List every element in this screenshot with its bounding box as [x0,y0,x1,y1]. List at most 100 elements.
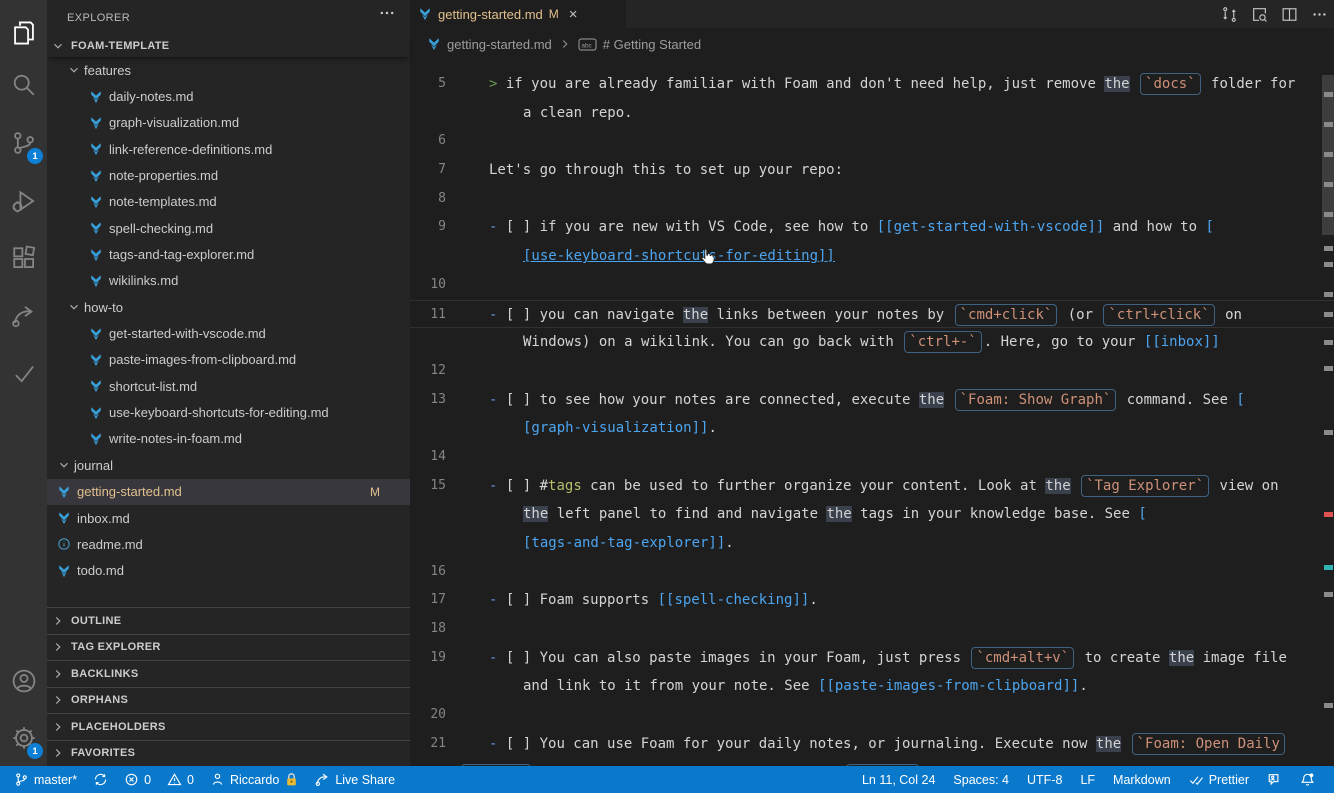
tree-folder-how-to[interactable]: how-to [47,294,410,320]
line-content: [tags-and-tag-explorer]]. [458,529,1334,558]
sidebar-title: EXPLORER [67,12,130,24]
status-problems-errors[interactable]: 0 [116,766,159,793]
branch-icon [14,772,29,787]
sidebar-more-actions-icon[interactable] [378,4,396,27]
tree-file-inbox.md[interactable]: inbox.md [47,505,410,531]
wikilink[interactable]: [tags-and-tag-explorer]] [523,535,725,551]
code-editor[interactable]: 5> if you are already familiar with Foam… [410,60,1334,766]
status-prettier[interactable]: Prettier [1180,766,1258,793]
tree-file-wikilinks.md[interactable]: wikilinks.md [47,268,410,294]
info-file-icon [57,537,71,551]
code-line-18: 18 [410,615,1334,644]
activity-search[interactable] [0,62,47,108]
split-editor-icon[interactable] [1281,6,1298,23]
tree-file-paste-images-from-clipboard.md[interactable]: paste-images-from-clipboard.md [47,347,410,373]
status-cursor-position[interactable]: Ln 11, Col 24 [853,766,944,793]
status-git-branch[interactable]: master* [6,766,85,793]
code-text: image file [1194,650,1287,666]
line-number: 9 [410,213,458,242]
activity-source-control[interactable]: 1 [0,120,47,166]
tree-file-graph-visualization.md[interactable]: graph-visualization.md [47,110,410,136]
status-feedback[interactable] [1258,766,1291,793]
vscode-window: 1 1 EXPLORER FOAM-TEMPLATE featuresdaily-… [0,0,1334,793]
wikilink[interactable]: [use-keyboard-shortcuts-for-editing]] [523,248,835,264]
activity-account[interactable] [0,658,47,704]
wikilink[interactable]: [graph-visualization]] [523,420,708,436]
status-language-mode[interactable]: Markdown [1104,766,1180,793]
status-sync[interactable] [85,766,116,793]
tree-file-note-properties.md[interactable]: note-properties.md [47,162,410,188]
wikilink[interactable]: [[inbox]] [1144,334,1220,350]
tree-file-daily-notes.md[interactable]: daily-notes.md [47,83,410,109]
editor-group: getting-started.md M × getting-started.m… [410,0,1334,766]
tree-file-get-started-with-vscode.md[interactable]: get-started-with-vscode.md [47,320,410,346]
tree-file-shortcut-list.md[interactable]: shortcut-list.md [47,373,410,399]
code-line-wrap: [use-keyboard-shortcuts-for-editing]] [410,242,1334,271]
tree-file-todo.md[interactable]: todo.md [47,558,410,584]
wikilink[interactable]: [[paste-images-from-clipboard]] [818,678,1079,694]
wikilink[interactable]: [ [1138,506,1146,522]
status-notifications[interactable] [1291,766,1324,793]
wikilink[interactable]: [ [1205,219,1213,235]
tree-file-getting-started.md[interactable]: getting-started.mdM [47,479,410,505]
panel-tag-explorer[interactable]: TAG EXPLORER [47,634,410,661]
wikilink[interactable]: [[spell-checking]] [658,592,810,608]
status-live-share[interactable]: Live Share [307,766,403,793]
tree-file-spell-checking.md[interactable]: spell-checking.md [47,215,410,241]
code-line-12: 12 [410,357,1334,386]
wikilink[interactable]: [[get-started-with-vscode]] [877,219,1105,235]
workspace-section-header[interactable]: FOAM-TEMPLATE [47,35,410,57]
status-label: 0 [187,773,194,787]
tree-file-write-notes-in-foam.md[interactable]: write-notes-in-foam.md [47,426,410,452]
code-text: # [540,478,548,494]
panel-favorites[interactable]: FAVORITES [47,740,410,767]
line-number [410,242,458,271]
activity-live-share[interactable] [0,293,47,339]
activity-run-debug[interactable] [0,178,47,224]
activity-explorer[interactable] [0,10,47,56]
tree-item-label: journal [74,458,113,473]
line-number: 19 [410,644,458,673]
tree-folder-features[interactable]: features [47,57,410,83]
status-indentation[interactable]: Spaces: 4 [944,766,1018,793]
more-actions-icon[interactable] [1311,6,1328,23]
sidebar-titlebar: EXPLORER [47,0,410,35]
code-lines: 5> if you are already familiar with Foam… [410,60,1334,766]
tree-file-tags-and-tag-explorer.md[interactable]: tags-and-tag-explorer.md [47,241,410,267]
code-line-15: 15- [ ] #tags can be used to further org… [410,472,1334,501]
foam-file-icon [427,37,441,51]
status-label: Riccardo [230,773,279,787]
activity-settings[interactable]: 1 [0,715,47,761]
breadcrumb-symbol[interactable]: # Getting Started [603,37,701,52]
status-encoding[interactable]: UTF-8 [1018,766,1071,793]
open-preview-side-icon[interactable] [1251,6,1268,23]
badge: 1 [27,743,43,759]
status-label: LF [1080,773,1095,787]
tree-file-readme.md[interactable]: readme.md [47,531,410,557]
line-content: - [ ] to see how your notes are connecte… [458,386,1334,415]
open-changes-icon[interactable] [1221,6,1238,23]
breadcrumb-file[interactable]: getting-started.md [447,37,552,52]
tab-getting-started[interactable]: getting-started.md M × [410,0,626,28]
tree-file-use-keyboard-shortcuts-for-editing.md[interactable]: use-keyboard-shortcuts-for-editing.md [47,399,410,425]
chevron-right-icon [558,37,572,51]
tree-item-label: note-templates.md [109,194,217,209]
status-problems-warnings[interactable]: 0 [159,766,202,793]
sidebar-panels: OUTLINETAG EXPLORERBACKLINKSORPHANSPLACE… [47,607,410,766]
panel-backlinks[interactable]: BACKLINKS [47,660,410,687]
activity-task-check[interactable] [0,350,47,396]
panel-orphans[interactable]: ORPHANS [47,687,410,714]
status-account[interactable]: Riccardo [202,766,307,793]
code-text: and how to [1104,219,1205,235]
line-content: a clean repo. [458,99,1334,128]
overview-mark-gray [1324,592,1333,597]
tree-file-note-templates.md[interactable]: note-templates.md [47,189,410,215]
tree-folder-journal[interactable]: journal [47,452,410,478]
tab-close-icon[interactable]: × [569,7,578,22]
panel-placeholders[interactable]: PLACEHOLDERS [47,713,410,740]
status-eol[interactable]: LF [1071,766,1104,793]
activity-extensions[interactable] [0,235,47,281]
wikilink[interactable]: [ [1236,392,1244,408]
tree-file-link-reference-definitions.md[interactable]: link-reference-definitions.md [47,136,410,162]
panel-outline[interactable]: OUTLINE [47,607,410,634]
